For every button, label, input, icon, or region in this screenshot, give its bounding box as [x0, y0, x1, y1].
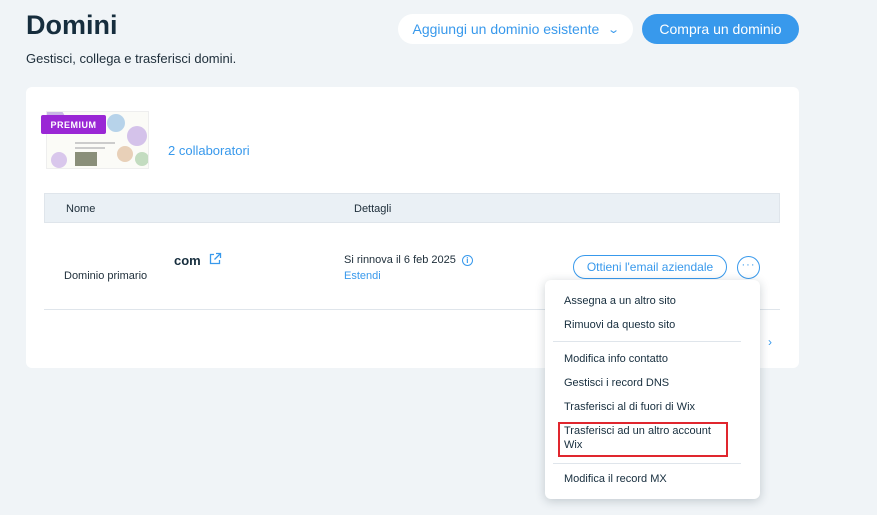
more-actions-menu: Assegna a un altro sito Rimuovi da quest…	[545, 280, 760, 499]
external-link-icon[interactable]	[208, 252, 222, 266]
add-existing-domain-button[interactable]: Aggiungi un dominio esistente ⌄	[398, 14, 633, 44]
add-existing-domain-label: Aggiungi un dominio esistente	[412, 21, 600, 37]
get-business-email-button[interactable]: Ottieni l'email aziendale	[573, 255, 727, 279]
page-title: Domini	[26, 10, 118, 40]
renewal-text: Si rinnova il 6 feb 2025	[344, 254, 456, 266]
buy-domain-button[interactable]: Compra un dominio	[642, 14, 799, 44]
highlight-box	[558, 422, 728, 457]
page-subtitle: Gestisci, collega e trasferisci domini.	[26, 51, 237, 66]
menu-item-edit-mx[interactable]: Modifica il record MX	[564, 472, 667, 486]
menu-divider	[553, 463, 741, 464]
extend-link[interactable]: Estendi	[344, 270, 381, 282]
premium-badge: PREMIUM	[41, 115, 106, 134]
menu-item-edit-contact[interactable]: Modifica info contatto	[564, 352, 668, 366]
menu-item-assign-site[interactable]: Assegna a un altro sito	[564, 294, 676, 308]
more-actions-button[interactable]: ···	[737, 256, 760, 279]
menu-item-transfer-out[interactable]: Trasferisci al di fuori di Wix	[564, 400, 695, 414]
menu-item-remove-site[interactable]: Rimuovi da questo sito	[564, 318, 675, 332]
column-header-name: Nome	[66, 203, 96, 215]
renewal-info: Si rinnova il 6 feb 2025 i	[344, 254, 473, 266]
info-icon[interactable]: i	[461, 254, 473, 266]
menu-divider	[553, 341, 741, 342]
table-header: Nome Dettagli	[44, 193, 780, 223]
column-header-details: Dettagli	[354, 203, 392, 215]
menu-item-manage-dns[interactable]: Gestisci i record DNS	[564, 376, 669, 390]
chevron-down-icon: ⌄	[607, 23, 621, 36]
collaborators-link[interactable]: 2 collaboratori	[168, 143, 250, 158]
domain-name: com	[174, 253, 201, 268]
primary-domain-label: Dominio primario	[64, 270, 148, 282]
chevron-right-icon[interactable]: ›	[768, 335, 772, 349]
